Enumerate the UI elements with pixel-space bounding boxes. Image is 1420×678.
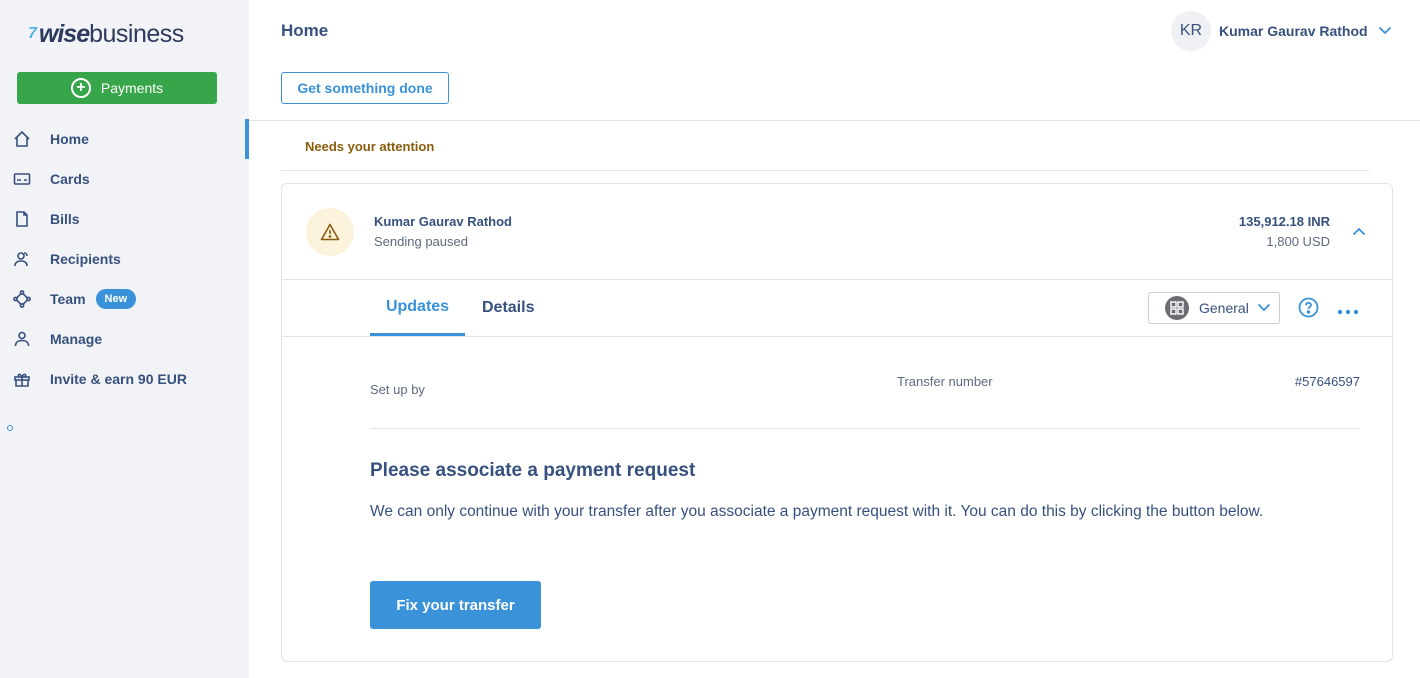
category-value: General xyxy=(1199,300,1249,316)
chevron-down-icon xyxy=(1378,22,1392,40)
transfer-number-value: #57646597 xyxy=(1294,374,1360,389)
sidebar-item-cards[interactable]: Cards xyxy=(0,159,249,199)
transfer-card: Kumar Gaurav Rathod Sending paused 135,9… xyxy=(281,183,1393,662)
status-dot xyxy=(7,425,13,431)
tab-details[interactable]: Details xyxy=(482,280,534,336)
request-description: We can only continue with your transfer … xyxy=(370,503,1264,520)
wise-flag-icon: 7 xyxy=(28,25,37,42)
tab-updates[interactable]: Updates xyxy=(370,280,465,336)
document-icon xyxy=(13,210,31,228)
more-options-icon[interactable] xyxy=(1337,302,1359,320)
warning-icon xyxy=(306,208,354,256)
sidebar-item-label: Team xyxy=(50,291,86,307)
recipient-name: Kumar Gaurav Rathod xyxy=(374,214,512,229)
transfer-summary[interactable]: Kumar Gaurav Rathod Sending paused 135,9… xyxy=(282,184,1392,280)
attention-divider xyxy=(281,170,1369,171)
request-title: Please associate a payment request xyxy=(370,460,696,481)
header-divider xyxy=(249,120,1420,121)
chevron-up-icon[interactable] xyxy=(1352,224,1366,242)
help-icon[interactable] xyxy=(1298,297,1319,323)
user-menu[interactable]: KR Kumar Gaurav Rathod xyxy=(1171,11,1392,51)
page-title: Home xyxy=(281,21,329,40)
sidebar-item-label: Bills xyxy=(50,211,80,227)
chevron-down-icon xyxy=(1257,299,1271,317)
transfer-status: Sending paused xyxy=(374,234,468,249)
home-icon xyxy=(13,130,31,148)
recipients-icon xyxy=(13,250,31,268)
new-badge: New xyxy=(95,289,137,309)
gift-icon xyxy=(13,370,31,388)
person-icon xyxy=(13,330,31,348)
user-name: Kumar Gaurav Rathod xyxy=(1219,23,1368,39)
get-something-done-button[interactable]: Get something done xyxy=(281,72,449,104)
sidebar-item-label: Invite & earn 90 EUR xyxy=(50,371,187,387)
target-amount: 135,912.18 INR xyxy=(1238,214,1330,229)
sidebar: 7 wise business + Payments Home Cards Bi… xyxy=(0,0,249,678)
transfer-tabs: Updates Details General xyxy=(282,280,1392,337)
sidebar-item-manage[interactable]: Manage xyxy=(0,319,249,359)
payments-button[interactable]: + Payments xyxy=(17,72,217,104)
transfer-number-label: Transfer number xyxy=(897,374,993,389)
logo-business-text: business xyxy=(89,19,184,48)
card-icon xyxy=(13,170,31,188)
wise-business-logo[interactable]: 7 wise business xyxy=(28,20,184,48)
sidebar-item-label: Recipients xyxy=(50,251,121,267)
sidebar-nav: Home Cards Bills Recipients Team New Man… xyxy=(0,119,249,399)
plus-circle-icon: + xyxy=(70,78,91,98)
payments-label: Payments xyxy=(100,80,164,96)
category-grid-icon xyxy=(1165,296,1189,320)
sidebar-item-team[interactable]: Team New xyxy=(0,279,249,319)
team-icon xyxy=(13,290,31,308)
details-divider xyxy=(370,428,1360,429)
avatar: KR xyxy=(1171,11,1211,51)
source-amount: 1,800 USD xyxy=(1266,234,1330,249)
sidebar-item-home[interactable]: Home xyxy=(0,119,249,159)
sidebar-item-label: Home xyxy=(50,131,89,147)
sidebar-item-bills[interactable]: Bills xyxy=(0,199,249,239)
attention-heading: Needs your attention xyxy=(305,139,435,154)
sidebar-item-label: Manage xyxy=(50,331,103,347)
category-select[interactable]: General xyxy=(1148,292,1280,324)
sidebar-item-recipients[interactable]: Recipients xyxy=(0,239,249,279)
sidebar-item-invite[interactable]: Invite & earn 90 EUR xyxy=(0,359,249,399)
set-up-by-label: Set up by xyxy=(370,382,425,397)
sidebar-item-label: Cards xyxy=(50,171,90,187)
fix-transfer-button[interactable]: Fix your transfer xyxy=(370,581,541,629)
logo-wise-text: wise xyxy=(38,19,90,48)
